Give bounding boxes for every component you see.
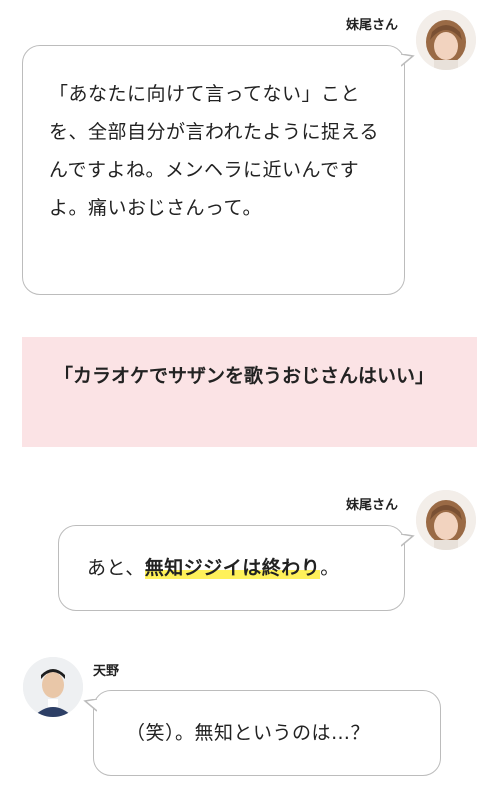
section-headline-text: 「カラオケでサザンを歌うおじさんはいい」	[54, 365, 435, 387]
message-bubble-3: （笑）。無知というのは…？	[83, 690, 441, 776]
message-bubble-1: 「あなたに向けて言ってない」ことを、全部自分が言われたように捉えるんですよね。メ…	[22, 45, 415, 295]
highlighted-phrase: 無知ジジイは終わり	[144, 557, 321, 579]
message-text-1: 「あなたに向けて言ってない」ことを、全部自分が言われたように捉えるんですよね。メ…	[49, 83, 379, 219]
speaker-name-senoo-2: 妹尾さん	[346, 498, 399, 513]
message-text-2: あと、無知ジジイは終わり。	[87, 549, 340, 587]
speaker-name-amano: 天野	[93, 664, 120, 679]
message-text-2-before: あと、	[87, 557, 145, 579]
avatar-senoo	[416, 10, 476, 70]
avatar-amano	[23, 657, 83, 717]
message-text-3: （笑）。無知というのは…？	[126, 722, 371, 744]
message-text-2-after: 。	[320, 557, 340, 579]
section-headline: 「カラオケでサザンを歌うおじさんはいい」	[22, 337, 477, 447]
avatar-senoo-2	[416, 490, 476, 550]
speaker-name-senoo: 妹尾さん	[346, 18, 399, 33]
message-bubble-2: あと、無知ジジイは終わり。	[58, 525, 415, 611]
